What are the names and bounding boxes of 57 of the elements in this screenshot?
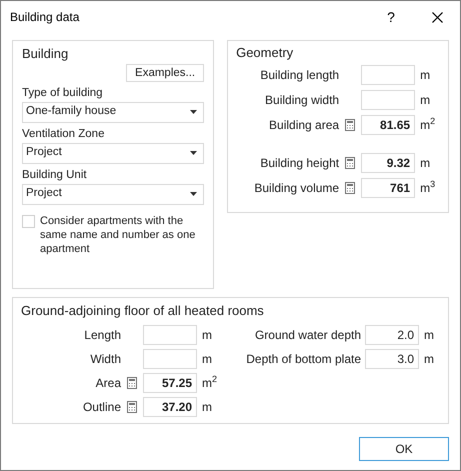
window-title: Building data — [10, 9, 80, 26]
unit-label: m$^{3}$ — [420, 178, 436, 196]
calculator-icon — [127, 400, 137, 412]
unit-label: m$^{2}$ — [202, 374, 218, 392]
field-label: Depth of bottom plate — [245, 350, 362, 368]
unit-label: m — [202, 398, 212, 416]
input-field[interactable] — [361, 90, 416, 110]
input-field[interactable] — [143, 348, 197, 368]
caret-icon — [190, 110, 198, 114]
field-label: Building volume — [253, 180, 340, 196]
field-label: Outline — [82, 398, 121, 416]
dropdown-label: Building Unit — [22, 168, 88, 182]
unit-label: m — [424, 326, 434, 344]
dropdown[interactable]: Project — [22, 184, 204, 204]
input-field[interactable]: 9.32 — [361, 152, 416, 172]
calculator-icon — [345, 156, 356, 168]
calculator-icon — [127, 376, 137, 388]
caret-icon — [190, 151, 198, 155]
examples-button[interactable]: Examples... — [126, 64, 204, 82]
help-button[interactable]: ? — [368, 2, 414, 32]
field-label: Length — [83, 326, 121, 344]
field-label: Building area — [268, 116, 340, 134]
field-label: Width — [89, 350, 121, 368]
unit-label: m — [420, 92, 430, 108]
input-field[interactable] — [143, 324, 197, 344]
checkbox[interactable] — [22, 214, 35, 228]
input-field[interactable]: 2.0 — [365, 324, 420, 344]
unit-label: m — [424, 350, 434, 368]
checkbox-label: Consider apartments with the same name and number as one apartment — [40, 214, 196, 256]
input-field[interactable]: 37.20 — [143, 396, 197, 416]
ok-button[interactable]: OK — [359, 437, 449, 461]
field-label: Building width — [264, 92, 340, 108]
field-label: Area — [94, 374, 121, 392]
group-title: Building — [22, 45, 70, 63]
caret-icon — [190, 192, 198, 196]
input-field[interactable] — [361, 64, 416, 84]
group-title: Ground-adjoining floor of all heated rooms — [21, 302, 265, 320]
field-label: Ground water depth — [254, 326, 362, 344]
input-field[interactable]: 57.25 — [143, 372, 197, 392]
unit-label: m$^{2}$ — [420, 116, 436, 134]
calculator-icon — [345, 118, 356, 130]
input-field[interactable]: 3.0 — [365, 348, 420, 368]
unit-label: m — [420, 154, 430, 172]
group-title: Geometry — [236, 44, 294, 62]
dropdown[interactable]: Project — [22, 142, 204, 164]
close-icon — [432, 12, 442, 22]
unit-label: m — [420, 66, 430, 84]
input-field[interactable]: 761 — [361, 178, 416, 198]
field-label: Building height — [259, 154, 340, 172]
field-label: Building length — [259, 66, 340, 84]
unit-label: m — [202, 326, 212, 344]
dropdown[interactable]: One-family house — [22, 102, 204, 122]
input-field[interactable]: 81.65 — [361, 114, 416, 134]
dropdown-label: Type of building — [22, 86, 104, 100]
calculator-icon — [345, 182, 356, 194]
unit-label: m — [202, 350, 212, 368]
dropdown-label: Ventilation Zone — [22, 126, 106, 142]
